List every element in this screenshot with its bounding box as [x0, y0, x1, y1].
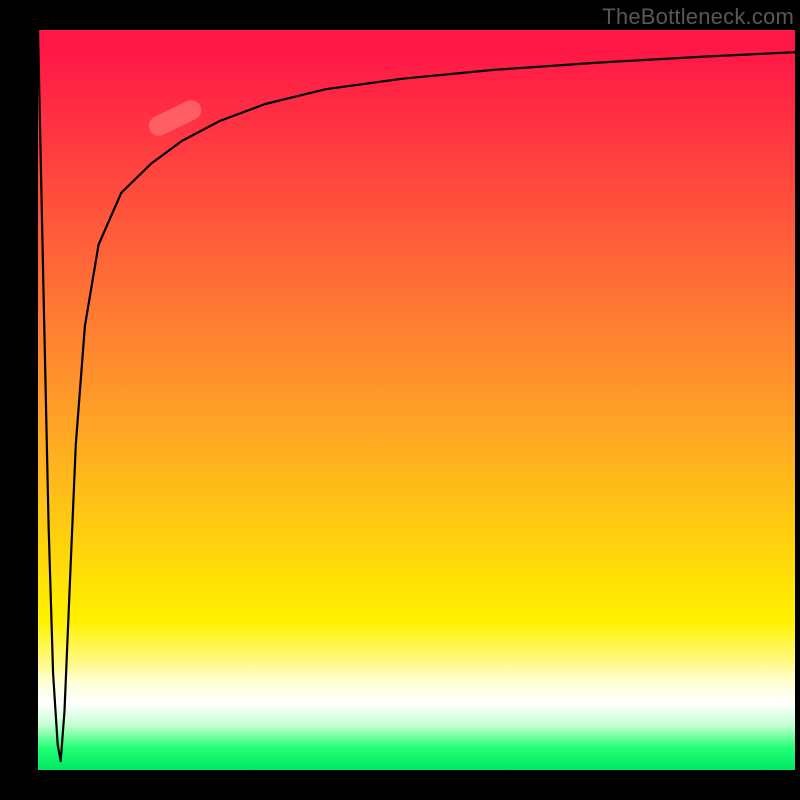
- chart-stage: TheBottleneck.com: [0, 0, 800, 800]
- plot-area: [38, 30, 795, 770]
- watermark-text: TheBottleneck.com: [602, 4, 794, 30]
